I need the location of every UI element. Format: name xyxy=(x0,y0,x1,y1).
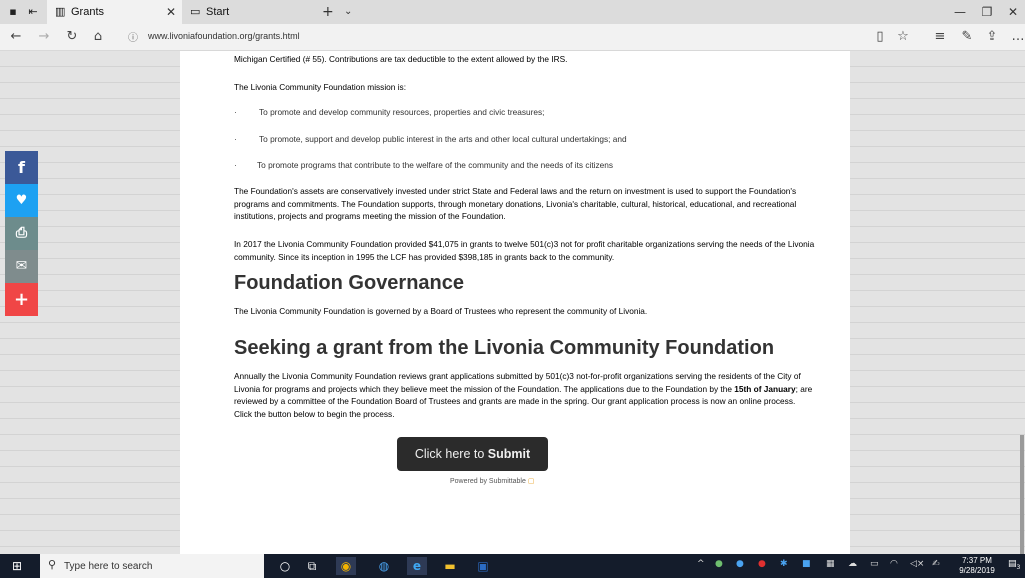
minimize-icon[interactable]: — xyxy=(945,0,975,24)
print-icon: ⎙ xyxy=(15,225,28,241)
powered-by-text: Powered by Submittable xyxy=(450,478,526,485)
back-icon[interactable]: ← xyxy=(4,24,28,50)
grants-paragraph: In 2017 the Livonia Community Foundation… xyxy=(234,239,815,262)
seeking-heading: Seeking a grant from the Livonia Communi… xyxy=(234,337,775,359)
reading-view-icon[interactable]: ▯ xyxy=(868,24,892,50)
bullet-text: To promote, support and develop public i… xyxy=(259,134,627,144)
chrome-icon[interactable]: ◉ xyxy=(336,557,356,575)
notification-center-icon[interactable]: ▤3 xyxy=(1008,559,1020,571)
notification-count: 3 xyxy=(1016,563,1021,571)
bluetooth-icon[interactable]: ✱ xyxy=(780,559,788,569)
powered-by-submittable[interactable]: Powered by Submittable ▢ xyxy=(450,477,534,485)
seeking-paragraph: Annually the Livonia Community Foundatio… xyxy=(234,370,814,420)
facebook-share-button[interactable]: f xyxy=(5,151,38,184)
pen-workspace-icon[interactable]: ✍ xyxy=(932,559,940,569)
tab-grants[interactable]: ▥ Grants ✕ xyxy=(47,0,182,24)
refresh-icon[interactable]: ↻ xyxy=(60,24,84,50)
bullet-icon: · xyxy=(234,134,237,144)
facebook-icon: f xyxy=(18,158,25,177)
submittable-logo-icon: ▢ xyxy=(527,478,535,485)
more-share-button[interactable]: + xyxy=(5,283,38,316)
tray-app-icon[interactable]: ● xyxy=(736,559,744,569)
email-icon: ✉ xyxy=(15,258,28,274)
forward-icon[interactable]: → xyxy=(32,24,56,50)
intro-line: Michigan Certified (# 55). Contributions… xyxy=(234,54,568,64)
windows-start-icon[interactable]: ⊞ xyxy=(12,559,22,573)
web-page: Michigan Certified (# 55). Contributions… xyxy=(0,51,1025,554)
taskbar-search[interactable]: ⚲ Type here to search xyxy=(40,554,264,578)
assets-paragraph: The Foundation's assets are conservative… xyxy=(234,186,797,221)
clock-date: 9/28/2019 xyxy=(959,566,995,575)
tray-app-icon[interactable]: ■ xyxy=(802,559,811,569)
tab-start[interactable]: ▭ Start xyxy=(188,0,316,24)
email-share-button[interactable]: ✉ xyxy=(5,250,38,283)
address-bar-row: ← → ↻ ⌂ ⓘ www.livoniafoundation.org/gran… xyxy=(0,24,1025,51)
clock-time: 7:37 PM xyxy=(962,556,992,565)
site-info-icon[interactable]: ⓘ xyxy=(128,29,138,44)
main-content: Michigan Certified (# 55). Contributions… xyxy=(180,51,850,554)
site-favicon-icon: ▥ xyxy=(55,5,66,18)
onedrive-icon[interactable]: ☁ xyxy=(848,559,857,569)
more-icon[interactable]: … xyxy=(1006,24,1025,50)
tab-preview-chevron-icon[interactable]: ⌄ xyxy=(344,0,352,24)
volume-muted-icon[interactable]: ◁× xyxy=(910,559,924,569)
file-explorer-icon[interactable]: ▬ xyxy=(440,557,460,575)
wifi-icon[interactable]: ◠ xyxy=(890,559,898,569)
task-view-icon[interactable]: ⧉ xyxy=(302,557,322,575)
print-button[interactable]: ⎙ xyxy=(5,217,38,250)
submit-button[interactable]: Click here to Submit xyxy=(397,437,548,471)
word-icon[interactable]: ▣ xyxy=(473,557,493,575)
taskbar-clock[interactable]: 7:37 PM 9/28/2019 xyxy=(955,556,999,576)
governance-heading: Foundation Governance xyxy=(234,272,465,294)
set-tabs-aside-icon[interactable]: ⇤ xyxy=(26,5,40,19)
cortana-icon[interactable]: ○ xyxy=(275,557,295,575)
edge-icon[interactable]: e xyxy=(407,557,427,575)
favorite-star-icon[interactable]: ☆ xyxy=(891,24,915,50)
submit-prefix: Click here to xyxy=(414,447,488,461)
mission-heading: The Livonia Community Foundation mission… xyxy=(234,82,407,92)
start-page-icon: ▭ xyxy=(190,5,201,18)
twitter-icon: ♥ xyxy=(15,193,28,208)
close-tab-icon[interactable]: ✕ xyxy=(166,0,176,24)
home-icon[interactable]: ⌂ xyxy=(86,24,110,50)
tab-title: Start xyxy=(206,6,230,18)
battery-icon[interactable]: ▭ xyxy=(870,559,879,569)
share-icon[interactable]: ⇪ xyxy=(980,24,1004,50)
bullet-icon: · xyxy=(234,107,237,117)
bullet-text: To promote and develop community resourc… xyxy=(259,107,545,117)
submit-bold: Submit xyxy=(487,447,531,461)
bullet-text: To promote programs that contribute to t… xyxy=(257,160,614,170)
share-plus-icon: + xyxy=(13,289,30,310)
browser-tab-bar: ▪ ⇤ ▥ Grants ✕ ▭ Start + ⌄ — ❐ ✕ xyxy=(0,0,1025,24)
deadline-text: 15th of January xyxy=(734,383,796,394)
taskbar: ⊞ ⚲ Type here to search ○ ⧉ ◉ ◍ e ▬ ▣ ^ … xyxy=(0,554,1025,578)
tray-app-icon[interactable]: ● xyxy=(758,559,766,569)
governance-paragraph: The Livonia Community Foundation is gove… xyxy=(234,306,648,316)
tab-title: Grants xyxy=(71,6,105,18)
close-window-icon[interactable]: ✕ xyxy=(998,0,1025,24)
seeking-text-1: Annually the Livonia Community Foundatio… xyxy=(234,371,801,394)
show-hidden-icons-icon[interactable]: ^ xyxy=(697,559,705,569)
tray-app-icon[interactable]: ▦ xyxy=(826,559,835,569)
ie-icon[interactable]: ◍ xyxy=(374,557,394,575)
search-placeholder: Type here to search xyxy=(64,561,153,572)
tray-app-icon[interactable]: ● xyxy=(715,559,723,569)
bullet-icon: · xyxy=(234,160,237,170)
favorites-list-icon[interactable]: ≡ xyxy=(928,24,952,50)
new-tab-icon[interactable]: + xyxy=(322,0,334,24)
twitter-share-button[interactable]: ♥ xyxy=(5,184,38,217)
search-icon: ⚲ xyxy=(48,558,57,571)
url-field[interactable]: www.livoniafoundation.org/grants.html xyxy=(148,31,300,41)
pen-icon[interactable]: ✎ xyxy=(955,24,979,50)
tab-actions-icon[interactable]: ▪ xyxy=(6,5,20,19)
scrollbar-thumb[interactable] xyxy=(1020,435,1024,554)
